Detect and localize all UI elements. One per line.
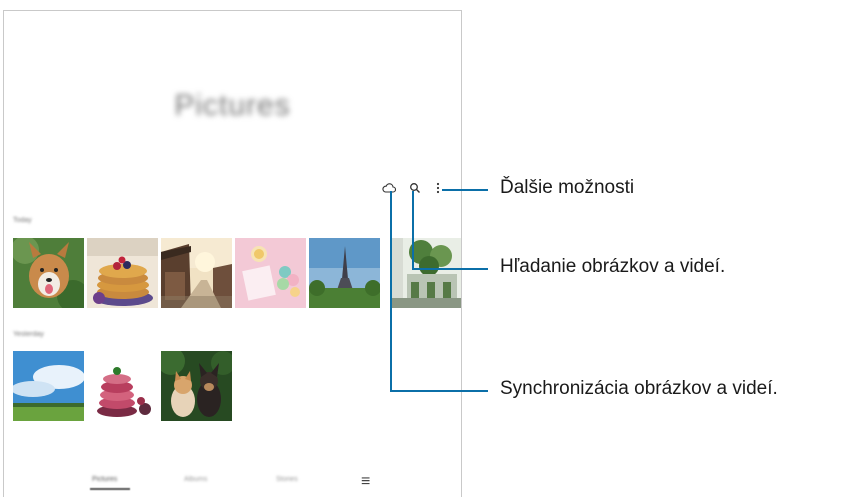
callout-search: Hľadanie obrázkov a videí.: [500, 256, 726, 277]
photo-pancakes[interactable]: [87, 238, 158, 308]
photo-macarons[interactable]: [235, 238, 306, 308]
gallery-screen: Pictures Today Yesterday Pictures Albums…: [3, 10, 462, 497]
photo-corgi[interactable]: [13, 238, 84, 308]
tab-stories[interactable]: Stories: [276, 476, 298, 483]
photo-village-street[interactable]: [161, 238, 232, 308]
tab-albums[interactable]: Albums: [184, 476, 207, 483]
callout-line-sync-vertical: [390, 191, 392, 391]
page-title: Pictures: [174, 89, 291, 122]
photo-eiffel-tower[interactable]: [309, 238, 380, 308]
section-label-yesterday: Yesterday: [13, 331, 44, 338]
callout-line-search-horizontal: [412, 268, 488, 270]
section-label-today: Today: [13, 217, 32, 224]
more-options-icon[interactable]: [432, 180, 444, 196]
photo-cat-and-dog[interactable]: [161, 351, 232, 421]
photo-macaron-stack[interactable]: [87, 351, 158, 421]
search-icon[interactable]: [406, 181, 424, 195]
callout-line-sync-horizontal: [390, 390, 488, 392]
active-tab-indicator: [90, 488, 130, 490]
tab-pictures[interactable]: Pictures: [92, 476, 117, 483]
callout-line-search-vertical: [412, 191, 414, 269]
photo-cafe-terrace[interactable]: [391, 238, 461, 308]
menu-icon[interactable]: ≡: [361, 473, 370, 491]
callout-line-more: [442, 189, 488, 191]
callout-sync: Synchronizácia obrázkov a videí.: [500, 378, 778, 399]
callout-more-options: Ďalšie možnosti: [500, 177, 635, 198]
photo-sky-meadow[interactable]: [13, 351, 84, 421]
cloud-icon[interactable]: [380, 181, 398, 195]
